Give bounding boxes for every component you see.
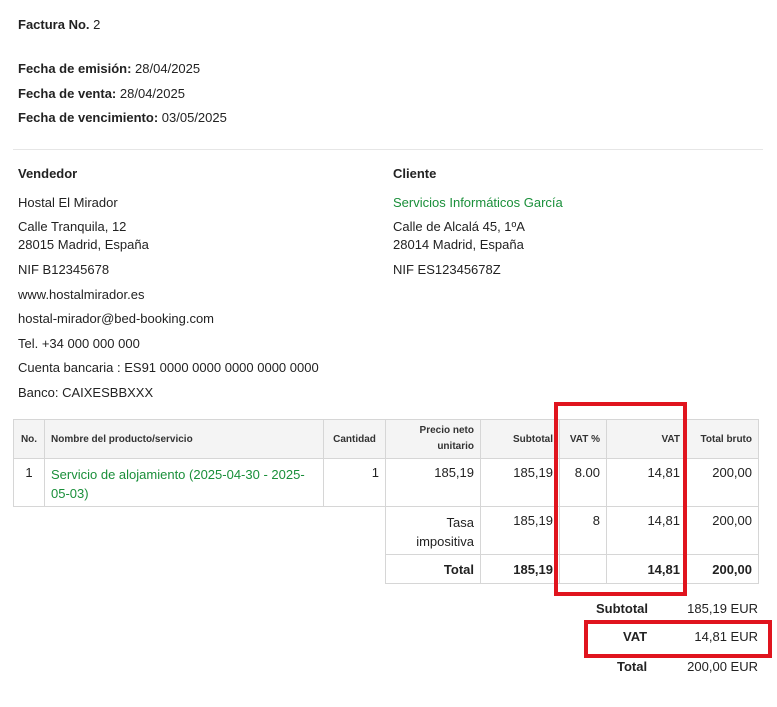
col-header-gross: Total bruto: [686, 419, 759, 459]
seller-bank-account: Cuenta bancaria : ES91 0000 0000 0000 00…: [18, 360, 319, 375]
client-address-line2: 28014 Madrid, España: [393, 237, 524, 252]
row-gross: 200,00: [686, 458, 759, 507]
invoice-number: 2: [93, 17, 101, 32]
seller-address-line1: Calle Tranquila, 12: [18, 219, 127, 234]
summary-total-label: Total: [617, 659, 648, 674]
due-date-label: Fecha de vencimiento:: [18, 110, 159, 125]
total-row-subtotal: 185,19: [513, 561, 553, 577]
client-nif: NIF ES12345678Z: [393, 262, 501, 277]
sale-date-value: 28/04/2025: [119, 86, 185, 101]
summary-vat-label: VAT: [623, 629, 648, 644]
col-header-net-price: Precio neto unitario: [385, 419, 481, 459]
seller-address-line2: 28015 Madrid, España: [18, 237, 149, 252]
total-row-gross: 200,00: [712, 561, 752, 577]
col-header-product: Nombre del producto/servicio: [44, 419, 324, 459]
vat-columns-highlight: [554, 402, 687, 596]
row-no: 1: [13, 458, 45, 507]
invoice-label: Factura No.: [18, 17, 90, 32]
issue-date-label: Fecha de emisión:: [18, 61, 132, 76]
seller-name: Hostal El Mirador: [18, 195, 118, 210]
client-title: Cliente: [393, 166, 437, 181]
row-net-price: 185,19: [385, 458, 481, 507]
client-name-link[interactable]: Servicios Informáticos García: [393, 195, 563, 210]
summary-vat-value: 14,81 EUR: [694, 629, 758, 644]
col-header-no: No.: [13, 419, 45, 459]
seller-email: hostal-mirador@bed-booking.com: [18, 311, 215, 326]
seller-website: www.hostalmirador.es: [18, 287, 145, 302]
total-row-label: Total: [443, 561, 474, 577]
row-qty: 1: [323, 458, 386, 507]
row-product-link[interactable]: Servicio de alojamiento (2025-04-30 - 20…: [44, 458, 324, 507]
client-address-line1: Calle de Alcalá 45, 1ºA: [393, 219, 525, 234]
divider: [13, 149, 763, 150]
seller-bank: Banco: CAIXESBBXXX: [18, 385, 154, 400]
due-date-row: Fecha de vencimiento: 03/05/2025: [18, 110, 227, 125]
seller-phone: Tel. +34 000 000 000: [18, 336, 140, 351]
summary-subtotal-label: Subtotal: [596, 601, 648, 616]
summary-subtotal-value: 185,19 EUR: [687, 601, 758, 616]
col-header-subtotal: Subtotal: [480, 419, 560, 459]
tax-rate-gross: 200,00: [686, 506, 759, 555]
invoice-title: Factura No. 2: [18, 17, 100, 32]
due-date-value: 03/05/2025: [161, 110, 227, 125]
row-subtotal: 185,19: [480, 458, 560, 507]
seller-nif: NIF B12345678: [18, 262, 110, 277]
issue-date-value: 28/04/2025: [135, 61, 201, 76]
summary-total-value: 200,00 EUR: [687, 659, 758, 674]
col-header-qty: Cantidad: [323, 419, 386, 459]
issue-date-row: Fecha de emisión: 28/04/2025: [18, 61, 200, 76]
tax-rate-label: Tasa impositiva: [385, 506, 481, 555]
sale-date-label: Fecha de venta:: [18, 86, 117, 101]
sale-date-row: Fecha de venta: 28/04/2025: [18, 86, 185, 101]
seller-title: Vendedor: [18, 166, 78, 181]
tax-rate-subtotal: 185,19: [480, 506, 560, 555]
